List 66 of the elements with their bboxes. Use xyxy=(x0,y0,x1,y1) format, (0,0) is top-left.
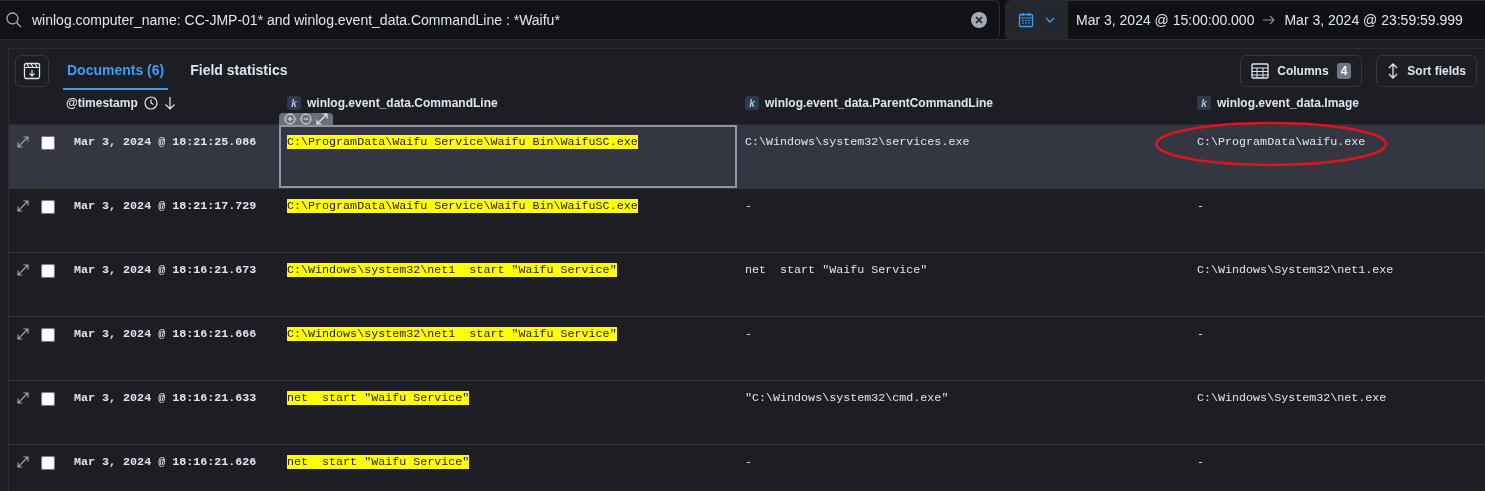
columns-button[interactable]: Columns 4 xyxy=(1240,55,1363,87)
zoom-in-icon[interactable] xyxy=(284,113,296,125)
table-cell: Mar 3, 2024 @ 18:21:17.729 xyxy=(74,199,257,213)
table-cell: C:\Windows\system32\services.exe xyxy=(745,135,970,149)
table-cell: C:\ProgramData\Waifu Service\Waifu Bin\WaifuSC.exe xyxy=(287,199,638,213)
count-badge: 4 xyxy=(1336,63,1352,79)
field-type-badge: k xyxy=(287,96,301,110)
query-field[interactable]: winlog.computer_name: CC-JMP-01* and winlog.event_data.CommandLine : *Waifu* xyxy=(0,0,1000,40)
table-cell: - xyxy=(1197,455,1204,469)
expand-icon[interactable] xyxy=(17,456,29,468)
field-type-badge: k xyxy=(745,96,759,110)
sort-down-icon[interactable] xyxy=(163,96,176,110)
download-icon xyxy=(23,62,41,80)
tab[interactable]: Documents (6) xyxy=(63,52,169,90)
row-checkbox[interactable] xyxy=(41,136,55,150)
table-cell: Mar 3, 2024 @ 18:16:21.673 xyxy=(74,263,257,277)
row-checkbox[interactable] xyxy=(41,392,55,406)
table-cell: Mar 3, 2024 @ 18:16:21.626 xyxy=(74,455,257,469)
row-checkbox[interactable] xyxy=(41,328,55,342)
column-header[interactable]: winlog.event_data.CommandLine xyxy=(307,96,498,110)
table-cell: C:\ProgramData\Waifu Service\Waifu Bin\WaifuSC.exe xyxy=(287,135,638,149)
tab[interactable]: Field statistics xyxy=(186,52,292,90)
expand-icon[interactable] xyxy=(17,136,29,148)
table-cell: net start "Waifu Service" xyxy=(287,391,470,405)
expand-icon[interactable] xyxy=(17,200,29,212)
table-cell: C:\ProgramData\waifu.exe xyxy=(1197,135,1366,149)
row-checkbox[interactable] xyxy=(41,264,55,278)
column-header[interactable]: winlog.event_data.Image xyxy=(1217,96,1360,110)
table-icon xyxy=(1251,63,1270,79)
expand-icon[interactable] xyxy=(17,328,29,340)
table-cell: - xyxy=(745,455,752,469)
clear-icon[interactable] xyxy=(971,12,987,28)
table-cell: Mar 3, 2024 @ 18:16:21.666 xyxy=(74,327,257,341)
table-cell: C:\Windows\System32\net.exe xyxy=(1197,391,1387,405)
field-type-badge: k xyxy=(1197,96,1211,110)
sort-fields-button[interactable]: Sort fields xyxy=(1376,55,1477,87)
date-quick-menu-button[interactable] xyxy=(1006,1,1068,39)
table-cell: - xyxy=(745,327,752,341)
clock-icon xyxy=(143,96,158,110)
table-cell: - xyxy=(1197,199,1204,213)
table-cell: net start "Waifu Service" xyxy=(287,455,470,469)
table-cell: net start "Waifu Service" xyxy=(745,263,928,277)
row-checkbox[interactable] xyxy=(41,456,55,470)
table-cell: - xyxy=(1197,327,1204,341)
calendar-icon xyxy=(1018,12,1034,28)
expand-icon[interactable] xyxy=(17,264,29,276)
table-cell: C:\Windows\system32\net1 start "Waifu Service" xyxy=(287,263,617,277)
column-header[interactable]: @timestamp xyxy=(66,96,138,110)
date-start[interactable]: Mar 3, 2024 @ 15:00:00.000 xyxy=(1076,12,1255,28)
column-header[interactable]: winlog.event_data.ParentCommandLine xyxy=(765,96,994,110)
download-button[interactable] xyxy=(15,55,49,87)
zoom-out-icon[interactable] xyxy=(300,113,312,125)
table-cell: - xyxy=(745,199,752,213)
table-cell: C:\Windows\system32\net1 start "Waifu Service" xyxy=(287,327,617,341)
arrow-right-icon xyxy=(1262,14,1277,26)
table-cell: "C:\Windows\system32\cmd.exe" xyxy=(745,391,949,405)
expand-icon[interactable] xyxy=(17,392,29,404)
table-cell: C:\Windows\System32\net1.exe xyxy=(1197,263,1394,277)
row-checkbox[interactable] xyxy=(41,200,55,214)
query-text: winlog.computer_name: CC-JMP-01* and winlog.event_data.CommandLine : *Waifu* xyxy=(32,12,561,28)
date-end[interactable]: Mar 3, 2024 @ 23:59:59.999 xyxy=(1284,12,1463,28)
search-icon xyxy=(6,12,22,28)
sort-icon xyxy=(1387,63,1400,79)
table-cell: Mar 3, 2024 @ 18:16:21.633 xyxy=(74,391,257,405)
table-cell: Mar 3, 2024 @ 18:21:25.086 xyxy=(74,135,257,149)
chevron-down-icon xyxy=(1044,16,1056,24)
